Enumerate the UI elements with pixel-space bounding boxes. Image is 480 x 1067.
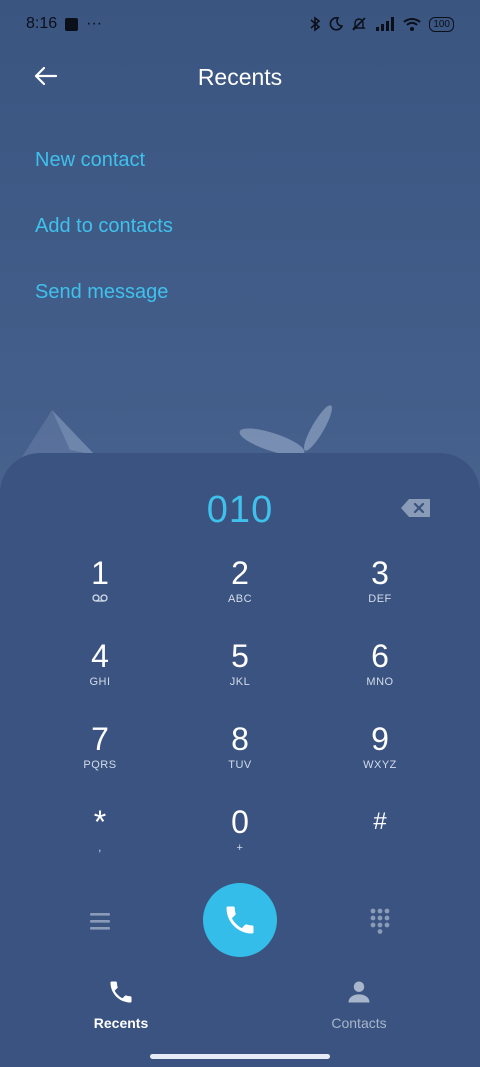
voicemail-icon bbox=[92, 594, 108, 602]
key-letters: JKL bbox=[229, 676, 251, 688]
key-hash[interactable]: # bbox=[310, 802, 450, 885]
dialpad-toggle-icon[interactable] bbox=[370, 908, 390, 934]
key-letters: MNO bbox=[366, 676, 394, 688]
more-notifications-indicator: ··· bbox=[86, 15, 103, 32]
key-letters: WXYZ bbox=[363, 759, 397, 771]
key-letters: ABC bbox=[227, 593, 253, 605]
send-message-link[interactable]: Send message bbox=[35, 272, 173, 338]
home-indicator[interactable] bbox=[150, 1054, 330, 1059]
key-letters: , bbox=[98, 842, 102, 854]
notification-square-icon bbox=[65, 17, 79, 31]
key-1[interactable]: 1 bbox=[30, 553, 170, 636]
call-button[interactable] bbox=[203, 883, 277, 957]
moon-icon bbox=[329, 17, 344, 31]
key-star[interactable]: * , bbox=[30, 802, 170, 885]
key-digit: * bbox=[93, 804, 107, 840]
key-letters: GHI bbox=[89, 676, 111, 688]
backspace-icon[interactable] bbox=[400, 497, 432, 519]
person-icon bbox=[348, 981, 370, 1003]
dialer-actions bbox=[0, 883, 480, 959]
key-digit: 8 bbox=[231, 721, 249, 757]
key-digit: 9 bbox=[371, 721, 389, 757]
page-title: Recents bbox=[197, 64, 283, 90]
top-bar: Recents bbox=[0, 48, 480, 106]
key-digit: 4 bbox=[91, 638, 109, 674]
key-5[interactable]: 5 JKL bbox=[170, 636, 310, 719]
phone-icon bbox=[226, 906, 254, 934]
status-bar: 8:16 ··· 100 bbox=[0, 0, 480, 48]
key-digit: 1 bbox=[91, 555, 109, 591]
key-0[interactable]: 0 + bbox=[170, 802, 310, 885]
key-letters: DEF bbox=[368, 593, 392, 605]
key-digit: 3 bbox=[371, 555, 389, 591]
dialpad-panel: 010 1 2 ABC 3 DEF 4 GHI 5 JKL 6 MNO 7 PQ… bbox=[0, 453, 480, 1067]
nav-tab-label: Recents bbox=[93, 1015, 149, 1031]
key-digit: 6 bbox=[371, 638, 389, 674]
key-2[interactable]: 2 ABC bbox=[170, 553, 310, 636]
key-digit: 2 bbox=[231, 555, 249, 591]
phone-icon bbox=[110, 981, 132, 1003]
nav-tab-recents[interactable]: Recents bbox=[61, 978, 181, 1031]
number-actions: New contact Add to contacts Send message bbox=[35, 140, 173, 338]
key-digit: 5 bbox=[231, 638, 249, 674]
key-9[interactable]: 9 WXYZ bbox=[310, 719, 450, 802]
signal-icon bbox=[376, 17, 395, 31]
key-digit: # bbox=[373, 808, 387, 835]
key-7[interactable]: 7 PQRS bbox=[30, 719, 170, 802]
mute-bell-icon bbox=[352, 17, 367, 31]
wifi-icon bbox=[403, 18, 421, 31]
key-3[interactable]: 3 DEF bbox=[310, 553, 450, 636]
bottom-navigation: Recents Contacts bbox=[0, 978, 480, 1038]
key-letters: PQRS bbox=[83, 759, 117, 771]
bluetooth-icon bbox=[310, 16, 321, 32]
menu-icon[interactable] bbox=[88, 910, 112, 932]
key-letters: + bbox=[236, 842, 244, 854]
key-digit: 0 bbox=[231, 804, 249, 840]
nav-tab-label: Contacts bbox=[331, 1015, 387, 1031]
key-digit: 7 bbox=[91, 721, 109, 757]
nav-tab-contacts[interactable]: Contacts bbox=[299, 978, 419, 1031]
key-6[interactable]: 6 MNO bbox=[310, 636, 450, 719]
keypad: 1 2 ABC 3 DEF 4 GHI 5 JKL 6 MNO 7 PQRS 8 bbox=[30, 553, 450, 885]
key-8[interactable]: 8 TUV bbox=[170, 719, 310, 802]
key-4[interactable]: 4 GHI bbox=[30, 636, 170, 719]
new-contact-link[interactable]: New contact bbox=[35, 140, 173, 206]
battery-icon: 100 bbox=[429, 16, 454, 32]
status-time: 8:16 bbox=[26, 15, 58, 32]
add-to-contacts-link[interactable]: Add to contacts bbox=[35, 206, 173, 272]
key-letters: TUV bbox=[228, 759, 252, 771]
